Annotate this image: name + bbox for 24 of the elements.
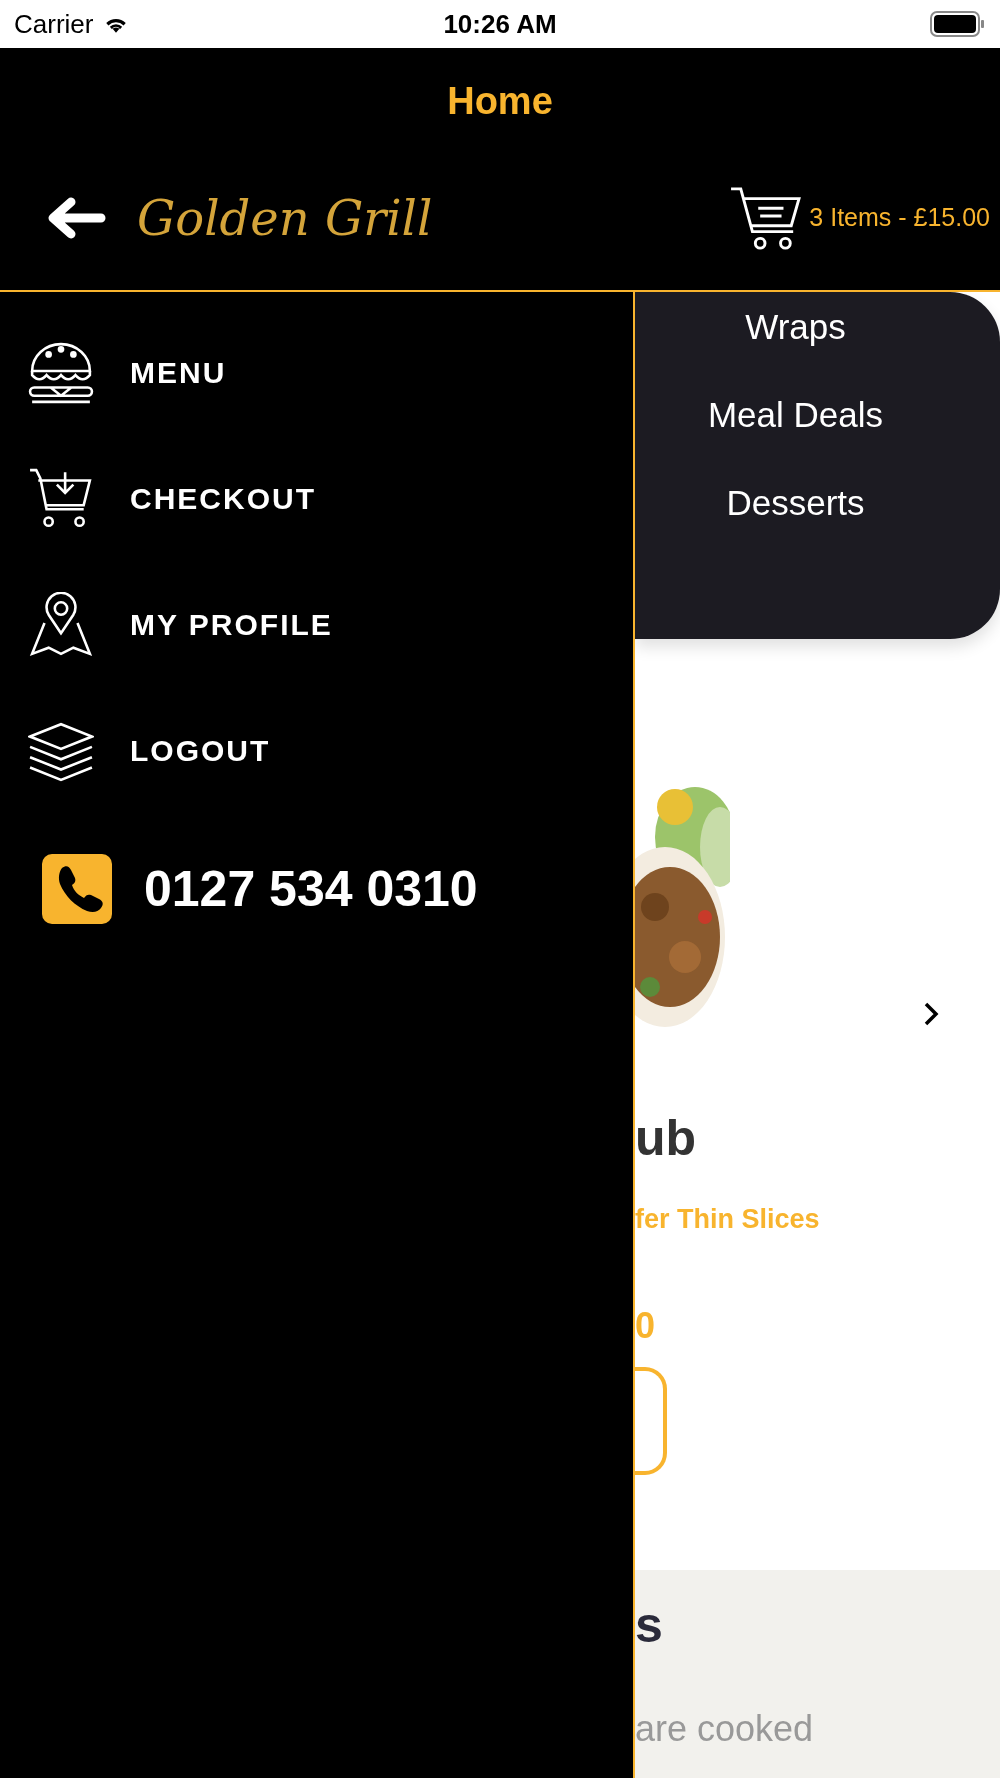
burger-icon	[28, 340, 94, 406]
cart-icon[interactable]	[729, 184, 804, 251]
screen-title: Home	[446, 79, 554, 124]
category-item[interactable]: Wraps	[745, 300, 846, 388]
map-pin-icon	[28, 592, 94, 658]
product-name: ub	[635, 1109, 697, 1168]
logo: Golden Grill	[137, 189, 433, 246]
drawer-item[interactable]: MENU	[130, 356, 227, 390]
carrier-name: Carrier	[14, 8, 94, 40]
info-text: are cooked	[635, 1708, 814, 1750]
cart-summary[interactable]: 3 Items - £15.00	[809, 203, 990, 232]
battery-icon	[930, 11, 986, 37]
phone-icon[interactable]	[42, 854, 112, 924]
product-price: 0	[635, 1305, 656, 1347]
category-item[interactable]: Desserts	[726, 476, 865, 564]
phone-number[interactable]: 0127 534 0310	[144, 860, 478, 918]
drawer-item[interactable]: CHECKOUT	[130, 482, 316, 516]
info-heading: s	[635, 1596, 663, 1654]
status-time: 10:26 AM	[442, 8, 558, 40]
drawer-item[interactable]: MY PROFILE	[130, 608, 333, 642]
product-description: fer Thin Slices	[635, 1204, 820, 1235]
drawer-item[interactable]: LOGOUT	[130, 734, 271, 768]
category-item[interactable]: Meal Deals	[707, 388, 884, 476]
chevron-right-icon[interactable]	[923, 1001, 939, 1027]
